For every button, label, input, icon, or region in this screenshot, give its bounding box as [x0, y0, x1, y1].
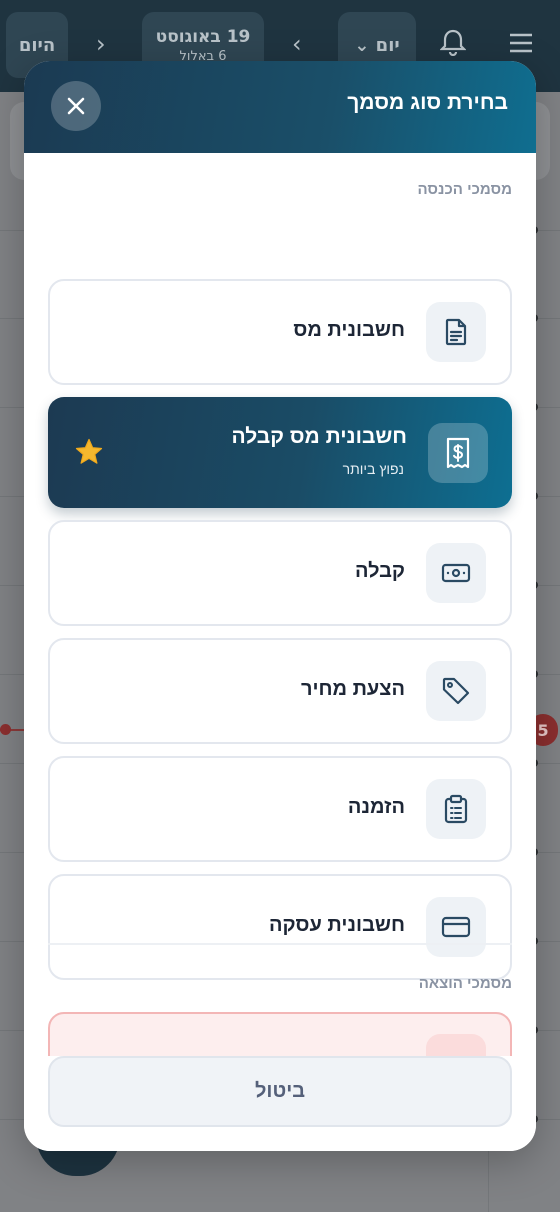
doc-option-tax-invoice-receipt[interactable]: חשבונית מס קבלה נפוץ ביותר [48, 397, 512, 508]
doc-option-order[interactable]: הזמנה [48, 756, 512, 862]
chevron-left-icon[interactable]: ‹ [96, 30, 106, 58]
view-label: יום [375, 34, 400, 56]
document-icon [426, 302, 486, 362]
doc-option-label: חשבונית מס [293, 319, 405, 341]
credit-card-icon [426, 897, 486, 957]
tag-icon [426, 661, 486, 721]
clipboard-icon [426, 779, 486, 839]
close-icon [67, 97, 85, 115]
doc-option-receipt[interactable]: קבלה [48, 520, 512, 626]
doc-option-tax-invoice[interactable]: חשבונית מס [48, 279, 512, 385]
doc-option-label: חשבונית מס קבלה [231, 425, 407, 448]
date-main: 19 באוגוסט [155, 26, 251, 47]
dialog-header: בחירת סוג מסמך [24, 61, 536, 153]
star-icon [75, 438, 103, 464]
dialog-footer: ביטול [24, 1056, 536, 1151]
chevron-right-icon[interactable]: › [292, 30, 302, 58]
expense-icon [426, 1034, 486, 1056]
receipt-dollar-icon [428, 423, 488, 483]
most-common-badge: נפוץ ביותר [342, 461, 404, 477]
menu-icon[interactable] [508, 32, 534, 60]
doc-option-expense[interactable] [48, 1012, 512, 1056]
doc-option-label: הזמנה [347, 796, 405, 818]
income-section-label: מסמכי הכנסה [417, 181, 512, 198]
bell-icon[interactable] [439, 28, 467, 62]
doc-option-label: קבלה [354, 560, 405, 582]
dialog-title: בחירת סוג מסמך [347, 91, 508, 114]
expense-section-label: מסמכי הוצאה [418, 975, 512, 992]
doc-option-label: הצעת מחיר [300, 678, 405, 700]
cash-icon [426, 543, 486, 603]
current-time-dot [0, 724, 11, 735]
doc-option-price-quote[interactable]: הצעת מחיר [48, 638, 512, 744]
doc-option-label: חשבונית עסקה [268, 914, 405, 936]
document-type-dialog: בחירת סוג מסמך מסמכי הכנסה חשבונית מס חש… [24, 61, 536, 1151]
section-divider [48, 943, 512, 945]
cancel-button[interactable]: ביטול [48, 1056, 512, 1127]
doc-option-transaction-invoice[interactable]: חשבונית עסקה [48, 874, 512, 980]
dialog-content[interactable]: מסמכי הכנסה חשבונית מס חשבונית מס קבלה נ… [24, 153, 536, 1056]
close-button[interactable] [51, 81, 101, 131]
